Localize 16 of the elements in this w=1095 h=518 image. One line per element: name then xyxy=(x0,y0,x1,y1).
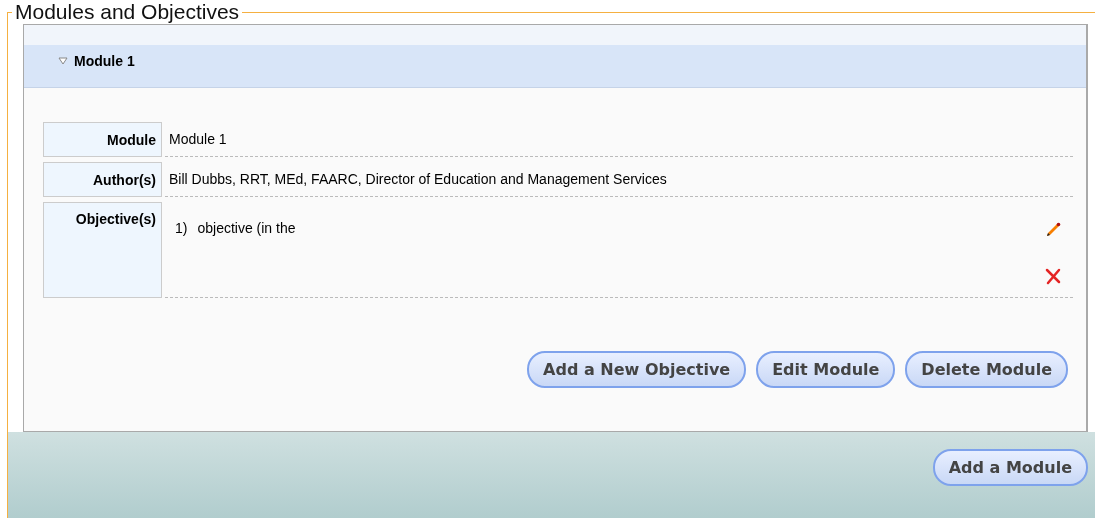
field-value: Bill Dubbs, RRT, MEd, FAARC, Director of Education and Management Services xyxy=(165,162,1073,197)
module-action-button[interactable]: Delete Module xyxy=(905,351,1068,388)
module-header[interactable]: Module 1 xyxy=(24,25,1086,88)
field-value: Module 1 xyxy=(165,122,1073,157)
field-label: Author(s) xyxy=(43,162,162,197)
collapse-triangle-icon[interactable] xyxy=(58,57,68,65)
add-module-button[interactable]: Add a Module xyxy=(932,449,1088,486)
module-action-button[interactable]: Add a New Objective xyxy=(527,351,747,388)
field-label: Module xyxy=(43,122,162,157)
field-label: Objective(s) xyxy=(43,202,162,298)
objective-number: 1) xyxy=(175,220,188,238)
objective-text: objective (in the xyxy=(197,220,296,238)
module-action-button[interactable]: Edit Module xyxy=(756,351,896,388)
module-title: Module 1 xyxy=(74,53,135,69)
section-legend: Modules and Objectives xyxy=(12,0,243,24)
delete-x-icon[interactable] xyxy=(1043,266,1063,286)
